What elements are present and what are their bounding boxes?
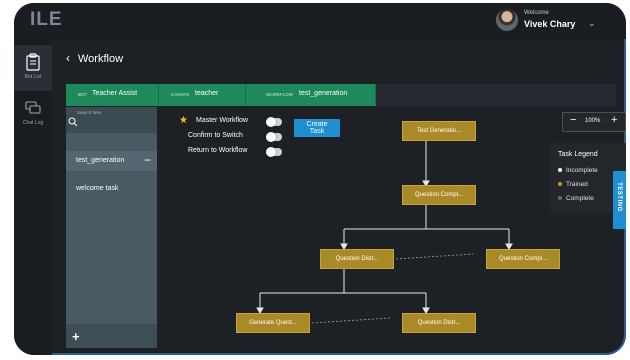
search-input[interactable]: Search here [66,107,157,133]
tab-bot[interactable]: BOT Teacher Assist [66,84,159,106]
legend-label: Incomplete [566,167,598,174]
search-placeholder: Search here [77,110,102,115]
legend-dot-icon [558,196,562,201]
clipboard-icon [26,53,40,71]
user-menu[interactable]: Welcome Vivek Chary ⌄ [496,9,616,35]
panel-footer: + [66,324,157,348]
workflow-node[interactable]: Question Distr... [320,249,394,269]
legend-dot-icon [558,168,562,173]
workflow-node[interactable]: Question Compl... [486,249,560,269]
edge-dashed-5-6 [295,317,391,325]
zoom-control: − 100% + [562,112,626,132]
tab-canvas-key: CANVAS [171,92,190,97]
workflow-node[interactable]: Generate Quest... [236,313,310,333]
add-icon[interactable]: + [72,329,80,344]
context-tabs: BOT Teacher Assist CANVAS teacher WORKFL… [66,84,616,106]
list-item-label: test_generation [76,157,125,164]
legend-label: Trained [566,181,588,188]
left-nav: Bot List Chat Log [14,39,52,355]
page-title: Workflow [78,53,124,65]
legend-dot-icon [558,182,562,187]
tab-canvas[interactable]: CANVAS teacher [159,84,246,106]
back-arrow-icon[interactable]: ‹ [66,51,70,65]
list-item[interactable]: welcome task [66,179,157,199]
workflow-edges [256,139,513,325]
tab-bot-key: BOT [78,92,88,97]
zoom-level: 100% [585,118,601,124]
zoom-in-button[interactable]: + [611,114,617,126]
welcome-label: Welcome [524,10,549,16]
collapse-icon[interactable]: − [144,153,151,167]
top-bar: ILE Welcome Vivek Chary ⌄ [14,3,626,39]
legend-item-incomplete: Incomplete [558,167,598,174]
legend-item-complete: Complete [558,195,594,202]
testing-ribbon-label: TESTING [616,182,622,212]
zoom-out-button[interactable]: − [570,114,576,126]
tab-workflow[interactable]: WORKFLOW test_generation [246,84,376,106]
workflow-node[interactable]: Test Generatio... [402,121,476,141]
legend-title: Task Legend [558,151,598,158]
testing-ribbon[interactable]: TESTING [613,171,626,229]
app-window: ILE Welcome Vivek Chary ⌄ Bot List Chat … [14,3,626,355]
workflow-canvas[interactable]: ★ Master Workflow Confirm to Switch Retu… [164,107,626,348]
user-name: Vivek Chary [524,19,576,29]
tab-workflow-value: test_generation [299,90,348,97]
search-icon [68,117,78,127]
tab-bot-value: Teacher Assist [92,90,138,97]
avatar [496,9,518,31]
list-item[interactable]: test_generation − [66,151,157,171]
chat-bubbles-icon [25,101,41,114]
nav-item-bot-list[interactable]: Bot List [14,45,52,91]
legend-label: Complete [566,195,594,202]
nav-label-chat-log: Chat Log [22,120,44,126]
nav-item-chat-log[interactable]: Chat Log [14,91,52,137]
workflow-list-panel: Search here test_generation − welcome ta… [66,107,157,348]
app-logo: ILE [30,9,63,30]
workflow-node[interactable]: Question Compl... [402,185,476,205]
chevron-down-icon[interactable]: ⌄ [588,18,596,29]
tab-canvas-value: teacher [195,90,219,97]
tab-workflow-key: WORKFLOW [266,92,293,97]
legend-item-trained: Trained [558,181,588,188]
nav-label-bot-list: Bot List [24,74,42,80]
list-item-label: welcome task [76,185,119,192]
workflow-node[interactable]: Question Distr... [402,313,476,333]
